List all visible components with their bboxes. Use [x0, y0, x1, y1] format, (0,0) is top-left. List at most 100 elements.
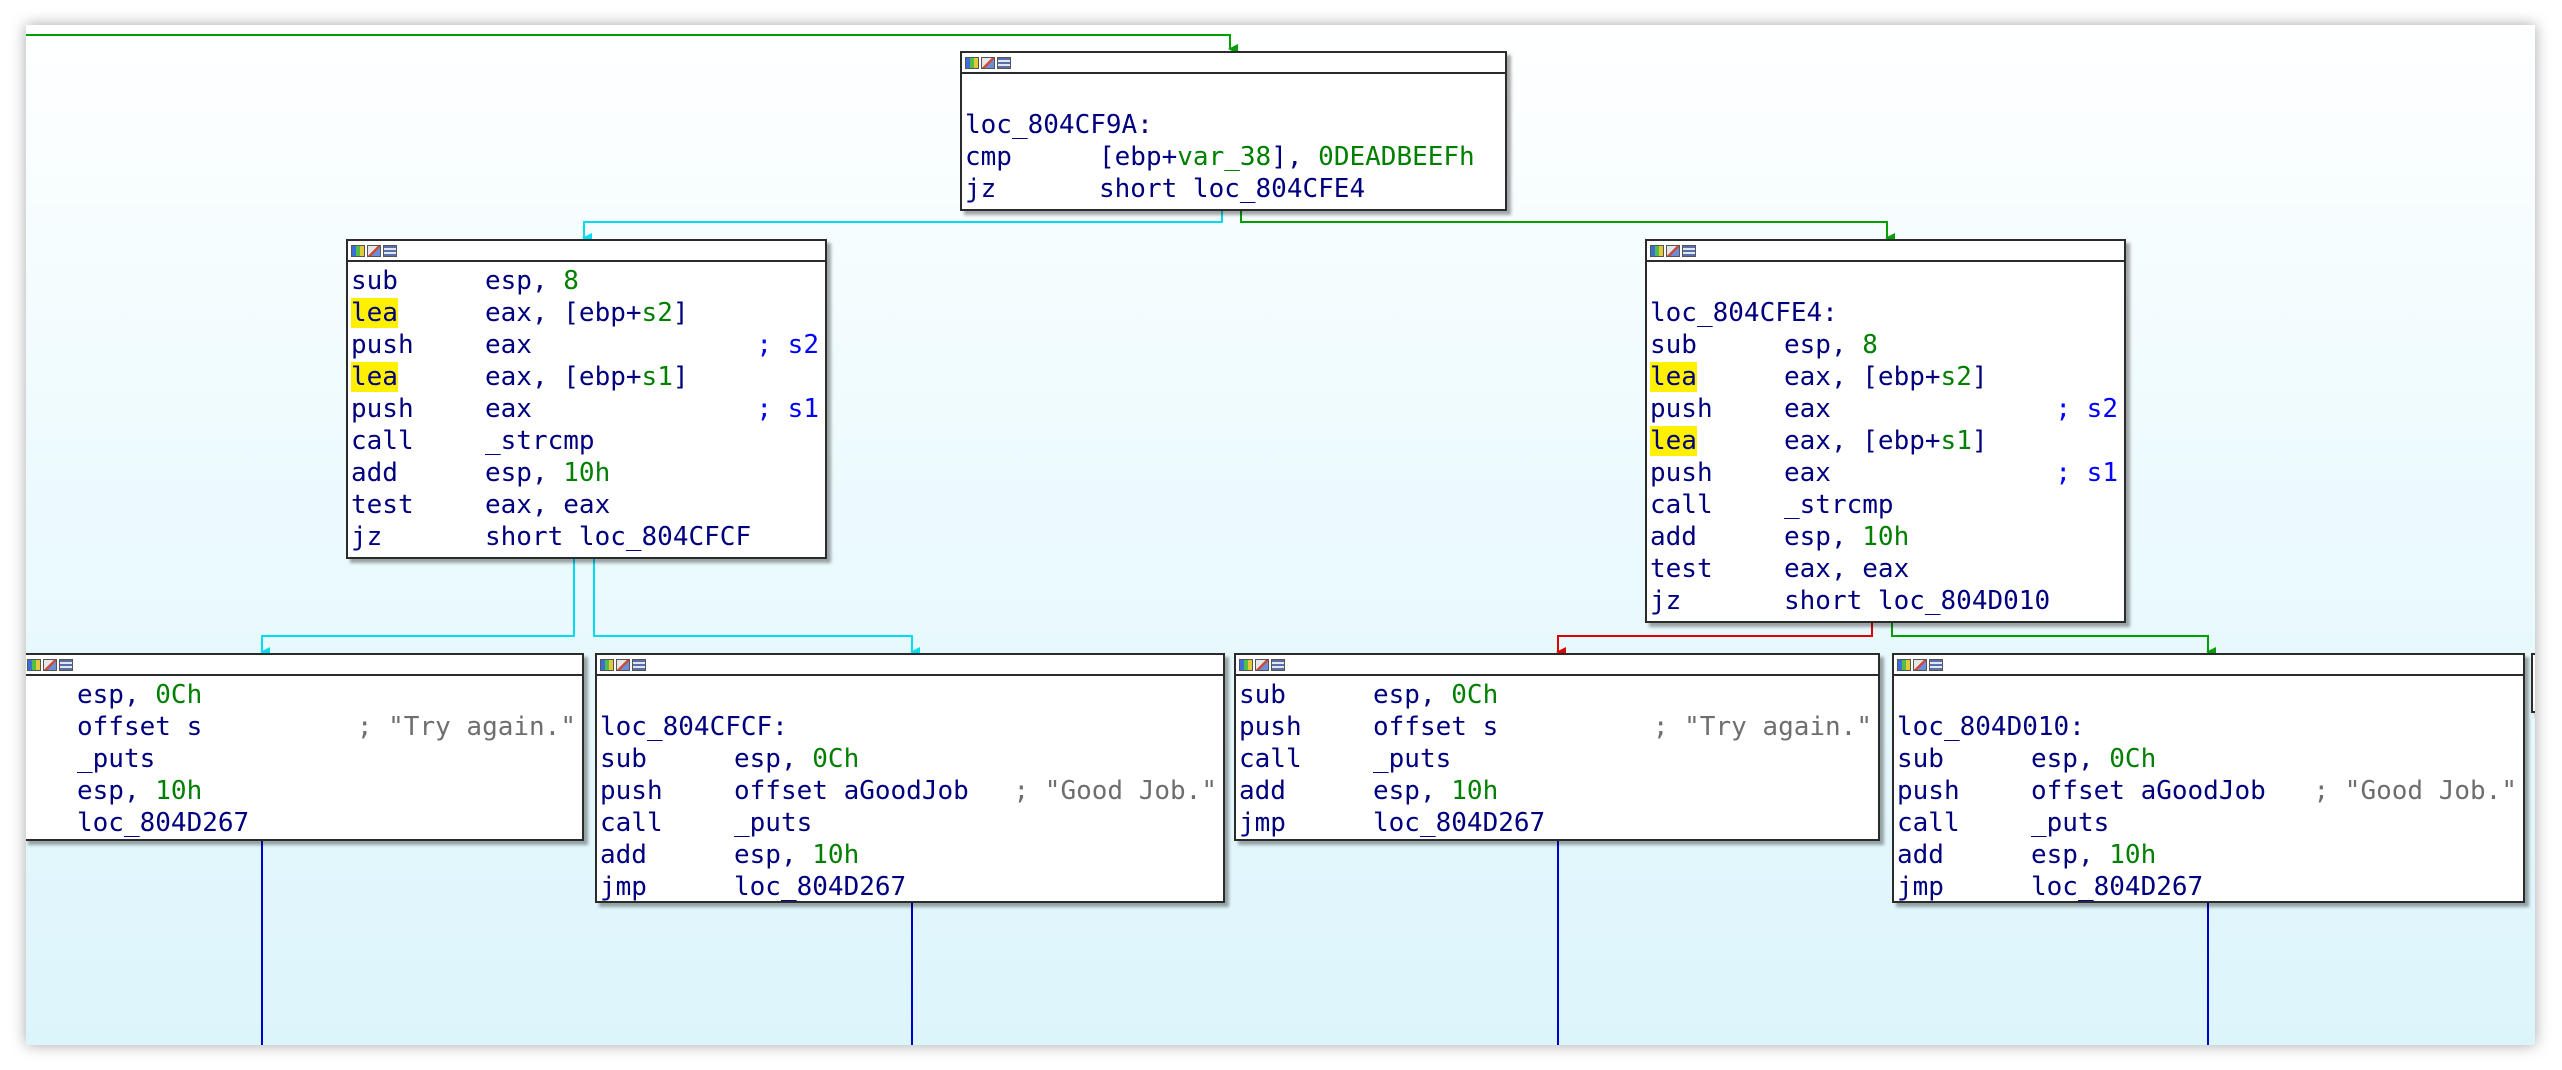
- instruction-line[interactable]: call _puts: [1897, 807, 2523, 839]
- block-strcmp-left[interactable]: sub esp, 8 lea eax, [ebp+s2] push eax ; s2 lea e…: [346, 239, 827, 559]
- color-icon[interactable]: [1897, 658, 1911, 671]
- instruction-line[interactable]: lea eax, [ebp+s2]: [351, 297, 825, 329]
- operand: esp, 0Ch: [1373, 680, 1499, 710]
- block-header[interactable]: [962, 53, 1505, 74]
- instruction-line[interactable]: lea eax, [ebp+s2]: [1650, 361, 2124, 393]
- text-view-icon[interactable]: [1271, 658, 1285, 671]
- instruction-line[interactable]: jz short loc_804D010: [1650, 585, 2124, 617]
- color-icon[interactable]: [1650, 244, 1664, 257]
- instruction-line[interactable]: loc_804D267: [27, 807, 582, 839]
- instruction-line[interactable]: push offset aGoodJob ; "Good Job.": [600, 775, 1223, 807]
- instruction-line[interactable]: jz short loc_804CFCF: [351, 521, 825, 553]
- text-view-icon[interactable]: [1929, 658, 1943, 671]
- block-code: sub esp, 8 lea eax, [ebp+s2] push eax ; s2 lea e…: [348, 262, 825, 553]
- instruction-line[interactable]: cmp [ebp+var_38], 0DEADBEEFh: [965, 141, 1505, 173]
- graph-icon[interactable]: [43, 658, 57, 671]
- block-loc-804cf9a[interactable]: loc_804CF9A: cmp [ebp+var_38], 0DEADBEEFh j…: [960, 51, 1507, 211]
- instruction-line[interactable]: push offset s ; "Try again.": [1239, 711, 1878, 743]
- text-view-icon[interactable]: [1682, 244, 1696, 257]
- block-header[interactable]: [1236, 655, 1878, 676]
- instruction-line[interactable]: _puts: [27, 743, 582, 775]
- color-icon[interactable]: [27, 658, 41, 671]
- instruction-line[interactable]: push eax ; s2: [351, 329, 825, 361]
- instruction-line[interactable]: add esp, 10h: [1650, 521, 2124, 553]
- mnemonic: test: [1650, 554, 1713, 584]
- instruction-line[interactable]: add esp, 10h: [351, 457, 825, 489]
- color-icon[interactable]: [965, 56, 979, 69]
- location-label[interactable]: loc_804CFE4:: [1650, 297, 2124, 329]
- instruction-line[interactable]: esp, 0Ch: [27, 679, 582, 711]
- instruction-line[interactable]: sub esp, 0Ch: [1239, 679, 1878, 711]
- operand: eax: [485, 394, 532, 424]
- operand: esp, 0Ch: [2031, 744, 2157, 774]
- operand: esp, 10h: [1784, 522, 1910, 552]
- instruction-line[interactable]: push offset aGoodJob ; "Good Job.": [1897, 775, 2523, 807]
- block-loc-804cfcf[interactable]: loc_804CFCF: sub esp, 0Ch push offset aGoodJ…: [595, 653, 1225, 903]
- block-loc-804d010[interactable]: loc_804D010: sub esp, 0Ch push offset aGoodJ…: [1892, 653, 2525, 903]
- comment: ; "Good Job.": [2313, 776, 2518, 806]
- edge-cfe4-false: [1556, 623, 1873, 657]
- block-header[interactable]: [597, 655, 1223, 676]
- instruction-line[interactable]: jmp loc_804D267: [1897, 871, 2523, 903]
- graph-icon[interactable]: [1255, 658, 1269, 671]
- operand: _puts: [2031, 808, 2110, 838]
- instruction-line[interactable]: test eax, eax: [351, 489, 825, 521]
- graph-view-canvas[interactable]: loc_804CF9A: cmp [ebp+var_38], 0DEADBEEFh j…: [26, 25, 2535, 1045]
- location-label[interactable]: loc_804CFCF:: [600, 711, 1223, 743]
- operand: esp, 8: [1784, 330, 1878, 360]
- block-header[interactable]: [348, 241, 825, 262]
- block-header[interactable]: [1647, 241, 2124, 262]
- instruction-line[interactable]: sub esp, 0Ch: [600, 743, 1223, 775]
- color-icon[interactable]: [351, 244, 365, 257]
- instruction-line[interactable]: add esp, 10h: [1239, 775, 1878, 807]
- instruction-line[interactable]: jmp loc_804D267: [600, 871, 1223, 903]
- operand: _puts: [1373, 744, 1452, 774]
- block-offscreen-right[interactable]: [2531, 653, 2535, 713]
- instruction-line[interactable]: sub esp, 8: [351, 265, 825, 297]
- mnemonic: add: [1650, 522, 1697, 552]
- comment: ; s1: [2055, 458, 2118, 488]
- location-label[interactable]: loc_804CF9A:: [965, 109, 1505, 141]
- block-header[interactable]: [1894, 655, 2523, 676]
- instruction-line[interactable]: add esp, 10h: [1897, 839, 2523, 871]
- instruction-line[interactable]: jmp loc_804D267: [1239, 807, 1878, 839]
- graph-icon[interactable]: [1666, 244, 1680, 257]
- instruction-line[interactable]: esp, 10h: [27, 775, 582, 807]
- graph-icon[interactable]: [367, 244, 381, 257]
- graph-icon[interactable]: [981, 56, 995, 69]
- graph-icon[interactable]: [616, 658, 630, 671]
- instruction-line[interactable]: sub esp, 0Ch: [1897, 743, 2523, 775]
- instruction-line[interactable]: lea eax, [ebp+s1]: [351, 361, 825, 393]
- operand: eax, eax: [485, 490, 611, 520]
- instruction-line[interactable]: push eax ; s1: [1650, 457, 2124, 489]
- block-try-again-left[interactable]: esp, 0Ch offset s ; "Try again." _puts esp, …: [26, 653, 584, 841]
- instruction-line[interactable]: push eax ; s1: [351, 393, 825, 425]
- instruction-line[interactable]: jz short loc_804CFE4: [965, 173, 1505, 205]
- text-view-icon[interactable]: [632, 658, 646, 671]
- instruction-line[interactable]: call _strcmp: [351, 425, 825, 457]
- mnemonic: jmp: [1897, 872, 1944, 902]
- block-code: loc_804CFCF: sub esp, 0Ch push offset aGoodJ…: [597, 676, 1223, 903]
- instruction-line[interactable]: call _strcmp: [1650, 489, 2124, 521]
- instruction-line[interactable]: offset s ; "Try again.": [27, 711, 582, 743]
- block-try-again-right[interactable]: sub esp, 0Ch push offset s; "Try again." cal…: [1234, 653, 1880, 841]
- graph-icon[interactable]: [1913, 658, 1927, 671]
- text-view-icon[interactable]: [383, 244, 397, 257]
- text-view-icon[interactable]: [59, 658, 73, 671]
- location-label[interactable]: loc_804D010:: [1897, 711, 2523, 743]
- mnemonic: call: [1897, 808, 1960, 838]
- block-header[interactable]: [26, 655, 582, 676]
- instruction-line[interactable]: call _puts: [600, 807, 1223, 839]
- mnemonic: call: [351, 426, 414, 456]
- operand: esp, 10h: [1373, 776, 1499, 806]
- instruction-line[interactable]: sub esp, 8: [1650, 329, 2124, 361]
- color-icon[interactable]: [1239, 658, 1253, 671]
- color-icon[interactable]: [600, 658, 614, 671]
- instruction-line[interactable]: call _puts: [1239, 743, 1878, 775]
- block-loc-804cfe4[interactable]: loc_804CFE4: sub esp, 8 lea eax, [ebp+s2] pus…: [1645, 239, 2126, 623]
- text-view-icon[interactable]: [997, 56, 1011, 69]
- instruction-line[interactable]: push eax ; s2: [1650, 393, 2124, 425]
- instruction-line[interactable]: add esp, 10h: [600, 839, 1223, 871]
- instruction-line[interactable]: lea eax, [ebp+s1]: [1650, 425, 2124, 457]
- instruction-line[interactable]: test eax, eax: [1650, 553, 2124, 585]
